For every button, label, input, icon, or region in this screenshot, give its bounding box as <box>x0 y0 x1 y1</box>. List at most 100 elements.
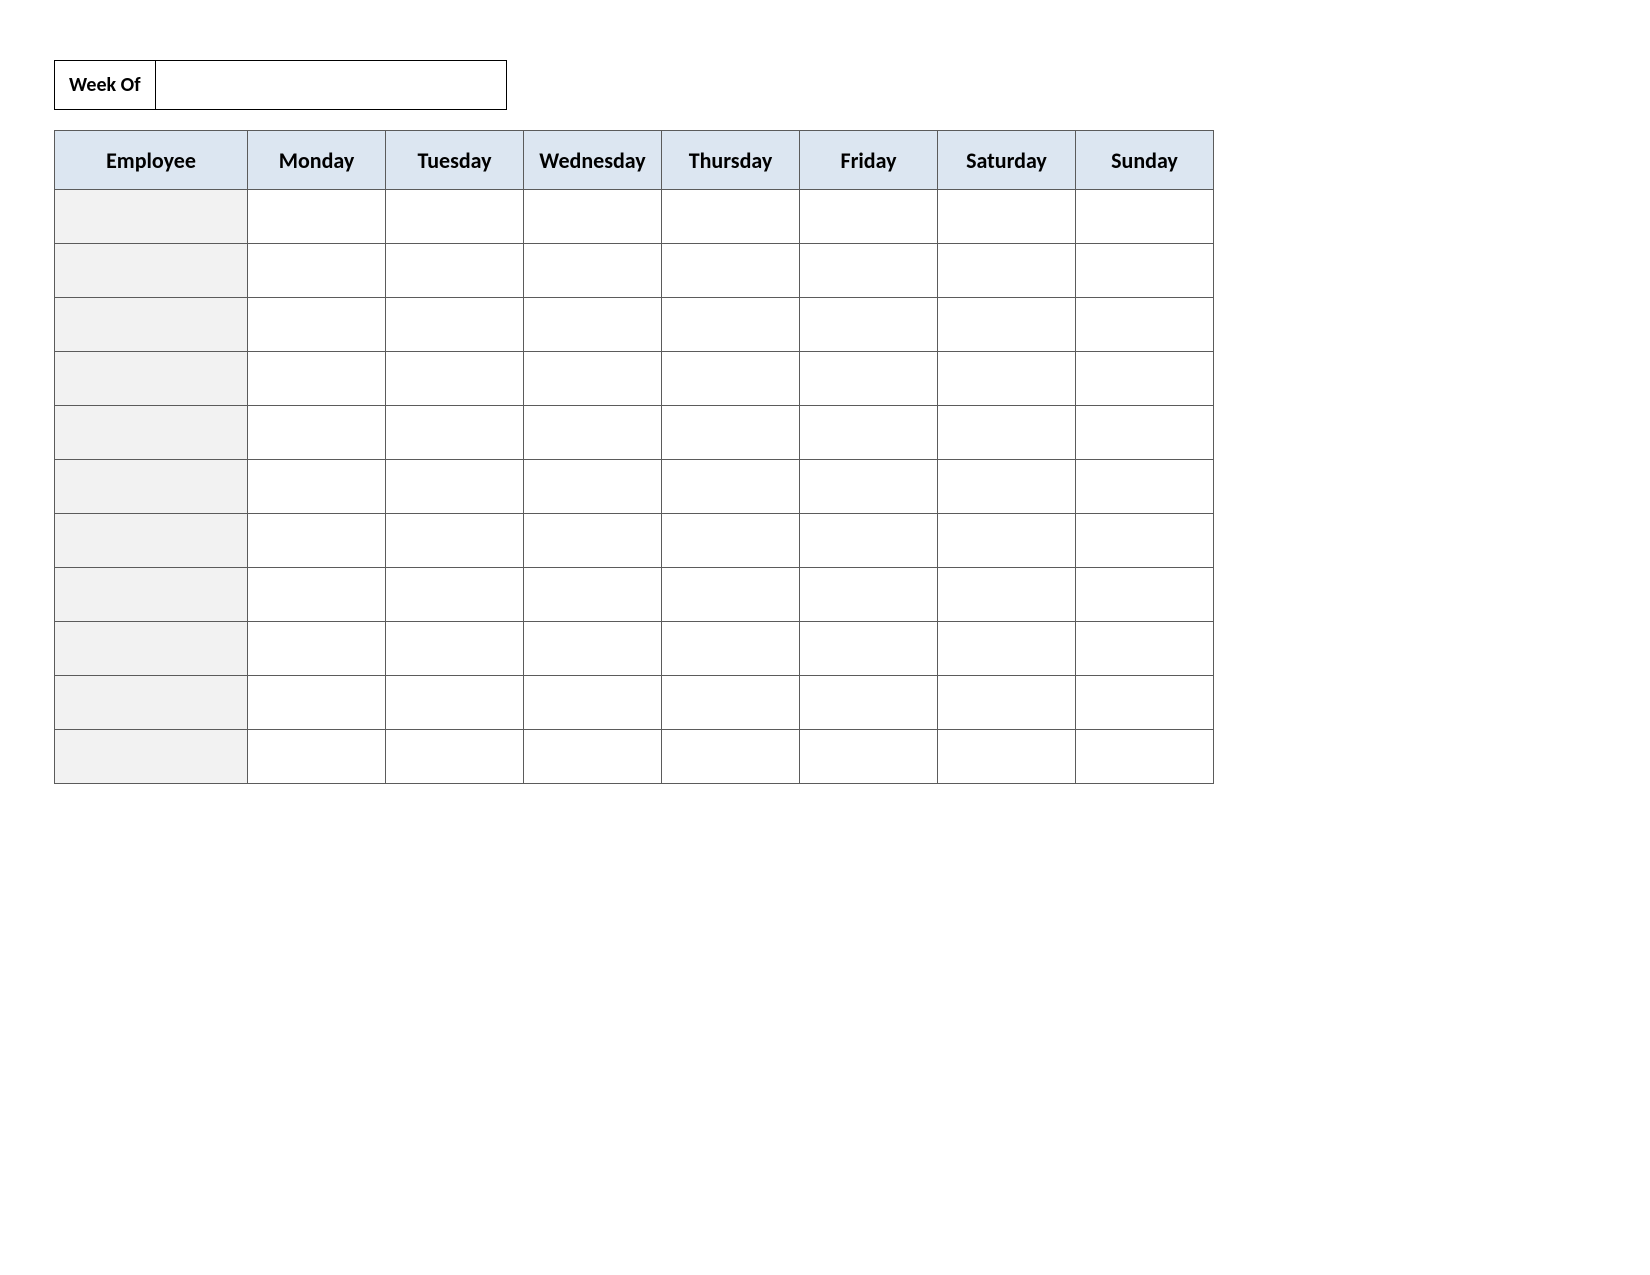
schedule-cell[interactable] <box>386 244 524 298</box>
schedule-cell[interactable] <box>386 622 524 676</box>
table-row <box>55 514 1214 568</box>
schedule-cell[interactable] <box>386 352 524 406</box>
employee-cell[interactable] <box>55 568 248 622</box>
schedule-cell[interactable] <box>524 298 662 352</box>
schedule-cell[interactable] <box>386 460 524 514</box>
schedule-cell[interactable] <box>524 622 662 676</box>
schedule-cell[interactable] <box>1076 352 1214 406</box>
column-header-tuesday: Tuesday <box>386 131 524 190</box>
schedule-cell[interactable] <box>386 514 524 568</box>
schedule-cell[interactable] <box>800 298 938 352</box>
schedule-cell[interactable] <box>662 568 800 622</box>
schedule-cell[interactable] <box>1076 190 1214 244</box>
schedule-cell[interactable] <box>938 352 1076 406</box>
schedule-cell[interactable] <box>1076 622 1214 676</box>
schedule-cell[interactable] <box>662 676 800 730</box>
schedule-cell[interactable] <box>662 622 800 676</box>
schedule-cell[interactable] <box>938 568 1076 622</box>
employee-cell[interactable] <box>55 406 248 460</box>
schedule-cell[interactable] <box>248 622 386 676</box>
schedule-cell[interactable] <box>248 568 386 622</box>
employee-cell[interactable] <box>55 460 248 514</box>
table-row <box>55 190 1214 244</box>
schedule-cell[interactable] <box>248 676 386 730</box>
employee-cell[interactable] <box>55 622 248 676</box>
employee-cell[interactable] <box>55 244 248 298</box>
schedule-cell[interactable] <box>1076 298 1214 352</box>
schedule-cell[interactable] <box>386 730 524 784</box>
schedule-cell[interactable] <box>386 190 524 244</box>
schedule-cell[interactable] <box>800 568 938 622</box>
schedule-cell[interactable] <box>386 676 524 730</box>
schedule-cell[interactable] <box>938 730 1076 784</box>
schedule-cell[interactable] <box>938 514 1076 568</box>
schedule-cell[interactable] <box>1076 730 1214 784</box>
schedule-cell[interactable] <box>524 244 662 298</box>
schedule-cell[interactable] <box>800 244 938 298</box>
schedule-cell[interactable] <box>938 244 1076 298</box>
schedule-cell[interactable] <box>800 676 938 730</box>
schedule-cell[interactable] <box>662 352 800 406</box>
table-row <box>55 244 1214 298</box>
schedule-cell[interactable] <box>248 244 386 298</box>
schedule-cell[interactable] <box>1076 514 1214 568</box>
schedule-cell[interactable] <box>800 730 938 784</box>
schedule-cell[interactable] <box>938 622 1076 676</box>
week-of-input[interactable] <box>156 60 507 110</box>
schedule-cell[interactable] <box>524 190 662 244</box>
schedule-cell[interactable] <box>1076 406 1214 460</box>
employee-cell[interactable] <box>55 730 248 784</box>
schedule-cell[interactable] <box>800 622 938 676</box>
schedule-cell[interactable] <box>662 514 800 568</box>
schedule-cell[interactable] <box>248 460 386 514</box>
schedule-cell[interactable] <box>800 406 938 460</box>
table-row <box>55 406 1214 460</box>
schedule-cell[interactable] <box>938 406 1076 460</box>
schedule-cell[interactable] <box>662 730 800 784</box>
schedule-cell[interactable] <box>524 406 662 460</box>
schedule-cell[interactable] <box>1076 244 1214 298</box>
schedule-cell[interactable] <box>938 676 1076 730</box>
schedule-cell[interactable] <box>662 190 800 244</box>
schedule-cell[interactable] <box>662 298 800 352</box>
table-row <box>55 352 1214 406</box>
schedule-cell[interactable] <box>248 298 386 352</box>
schedule-cell[interactable] <box>662 406 800 460</box>
schedule-table: Employee Monday Tuesday Wednesday Thursd… <box>54 130 1214 784</box>
schedule-cell[interactable] <box>800 514 938 568</box>
schedule-cell[interactable] <box>524 568 662 622</box>
schedule-cell[interactable] <box>800 190 938 244</box>
schedule-cell[interactable] <box>524 676 662 730</box>
schedule-cell[interactable] <box>662 460 800 514</box>
column-header-employee: Employee <box>55 131 248 190</box>
schedule-cell[interactable] <box>386 568 524 622</box>
schedule-cell[interactable] <box>248 190 386 244</box>
column-header-monday: Monday <box>248 131 386 190</box>
schedule-cell[interactable] <box>938 190 1076 244</box>
schedule-cell[interactable] <box>524 730 662 784</box>
table-row <box>55 676 1214 730</box>
schedule-cell[interactable] <box>524 352 662 406</box>
employee-cell[interactable] <box>55 676 248 730</box>
schedule-body <box>55 190 1214 784</box>
schedule-cell[interactable] <box>248 730 386 784</box>
employee-cell[interactable] <box>55 352 248 406</box>
schedule-cell[interactable] <box>524 460 662 514</box>
schedule-cell[interactable] <box>938 460 1076 514</box>
employee-cell[interactable] <box>55 190 248 244</box>
employee-cell[interactable] <box>55 514 248 568</box>
schedule-cell[interactable] <box>524 514 662 568</box>
employee-cell[interactable] <box>55 298 248 352</box>
schedule-cell[interactable] <box>1076 676 1214 730</box>
schedule-cell[interactable] <box>248 514 386 568</box>
schedule-cell[interactable] <box>800 460 938 514</box>
schedule-cell[interactable] <box>800 352 938 406</box>
schedule-cell[interactable] <box>662 244 800 298</box>
schedule-cell[interactable] <box>386 406 524 460</box>
schedule-cell[interactable] <box>1076 460 1214 514</box>
schedule-cell[interactable] <box>248 406 386 460</box>
schedule-cell[interactable] <box>248 352 386 406</box>
schedule-cell[interactable] <box>1076 568 1214 622</box>
schedule-cell[interactable] <box>386 298 524 352</box>
schedule-cell[interactable] <box>938 298 1076 352</box>
